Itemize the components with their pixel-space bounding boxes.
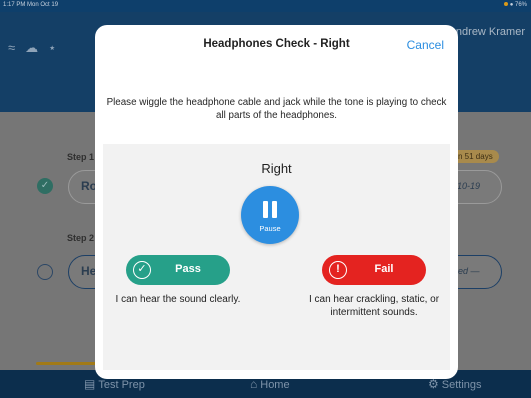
- headphones-check-modal: Headphones Check - Right Cancel Please w…: [95, 25, 458, 379]
- tab-test-prep-label: Test Prep: [98, 379, 145, 391]
- user-name: Andrew Kramer: [448, 26, 525, 38]
- clipboard-icon: ▤: [84, 377, 96, 391]
- wifi-icon: ≈: [8, 40, 26, 55]
- pause-icon: [263, 201, 277, 218]
- battery-dot-icon: [503, 2, 508, 6]
- tab-test-prep[interactable]: ▤ Test Prep: [84, 377, 145, 391]
- tab-settings[interactable]: ⚙ Settings: [428, 377, 482, 391]
- fail-description: I can hear crackling, static, or intermi…: [308, 294, 440, 318]
- step-1-check-icon: ✓: [37, 178, 53, 194]
- battery-indicator: ● 76%: [503, 2, 527, 8]
- home-icon: ⌂: [250, 377, 258, 391]
- exclamation-circle-icon: !: [329, 261, 347, 279]
- battery-level: 76%: [514, 2, 527, 8]
- tab-home[interactable]: ⌂ Home: [250, 377, 290, 391]
- step-2-circle-icon: [37, 264, 53, 280]
- fail-label: Fail: [374, 263, 394, 275]
- pause-label: Pause: [259, 224, 281, 233]
- status-bar: 1:17 PM Mon Oct 19 ● 76%: [0, 0, 531, 12]
- instructions-text: Please wiggle the headphone cable and ja…: [106, 97, 447, 121]
- fail-button[interactable]: ! Fail: [322, 255, 426, 285]
- step-1-badge: n 51 days: [452, 150, 499, 163]
- tab-home-label: Home: [260, 379, 290, 391]
- pass-label: Pass: [175, 263, 201, 275]
- modal-title: Headphones Check - Right: [203, 38, 350, 50]
- step-2-label: Step 2: [67, 233, 95, 243]
- status-time: 1:17 PM Mon Oct 19: [3, 2, 59, 8]
- side-label: Right: [261, 161, 292, 176]
- cancel-button[interactable]: Cancel: [407, 38, 444, 52]
- header-icons: ≈☁⋆: [8, 40, 66, 56]
- pass-button[interactable]: ✓ Pass: [126, 255, 230, 285]
- network-icon: ⋆: [48, 40, 67, 55]
- check-panel: Right Pause ✓ Pass I can hear the sound …: [103, 144, 450, 370]
- gear-icon: ⚙: [428, 377, 439, 391]
- pass-description: I can hear the sound clearly.: [115, 294, 241, 305]
- check-circle-icon: ✓: [133, 261, 151, 279]
- pause-button[interactable]: Pause: [241, 186, 299, 244]
- tab-settings-label: Settings: [441, 379, 482, 391]
- cloud-icon: ☁: [25, 40, 49, 55]
- step-1-label: Step 1: [67, 152, 95, 162]
